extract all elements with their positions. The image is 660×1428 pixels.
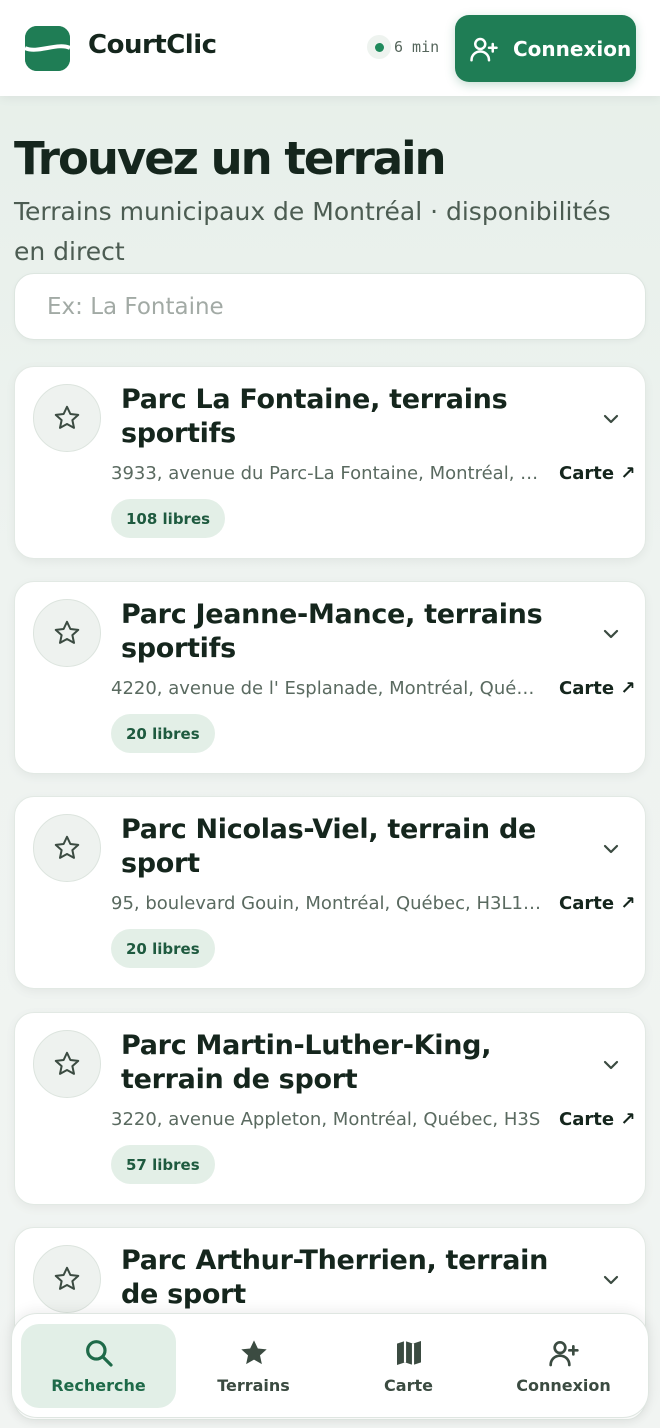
app-header: CourtClic 6 min Connexion bbox=[0, 0, 660, 96]
nav-item-carte[interactable]: Carte bbox=[331, 1324, 486, 1408]
chevron-down-icon[interactable] bbox=[599, 1268, 623, 1292]
refresh-time: 6 min bbox=[394, 38, 440, 56]
app-logo bbox=[25, 26, 70, 71]
chevron-down-icon[interactable] bbox=[599, 407, 623, 431]
park-name: Parc Arthur-Therrien, terrain de sport bbox=[121, 1245, 548, 1310]
chevron-down-icon[interactable] bbox=[599, 622, 623, 646]
favorite-button[interactable] bbox=[33, 384, 101, 452]
star-outline-icon bbox=[54, 1051, 80, 1075]
park-card[interactable]: Parc La Fontaine, terrains sportifs 3933,… bbox=[14, 366, 646, 559]
nav-item-recherche[interactable]: Recherche bbox=[21, 1324, 176, 1408]
map-link[interactable]: Carte ↗ bbox=[559, 1109, 635, 1130]
park-address: 3933, avenue du Parc-La Fontaine, Montré… bbox=[111, 463, 545, 484]
page-subtitle: Terrains municipaux de Montréal · dispon… bbox=[14, 197, 611, 266]
map-link[interactable]: Carte ↗ bbox=[559, 893, 635, 914]
availability-badge: 20 libres bbox=[111, 929, 215, 968]
nav-item-terrains[interactable]: Terrains bbox=[176, 1324, 331, 1408]
star-outline-icon bbox=[54, 1266, 80, 1290]
search-icon bbox=[85, 1340, 113, 1367]
map-link[interactable]: Carte ↗ bbox=[559, 463, 635, 484]
login-button[interactable]: Connexion bbox=[455, 15, 636, 82]
star-outline-icon bbox=[54, 405, 80, 429]
availability-badge: 20 libres bbox=[111, 714, 215, 753]
user-plus-icon bbox=[548, 1341, 579, 1367]
star-icon bbox=[240, 1340, 267, 1365]
live-dot-icon bbox=[367, 35, 391, 59]
park-name: Parc La Fontaine, terrains sportifs bbox=[121, 384, 508, 449]
favorite-button[interactable] bbox=[33, 814, 101, 882]
park-address: 4220, avenue de l' Esplanade, Montréal, … bbox=[111, 678, 545, 699]
nav-label: Recherche bbox=[51, 1376, 146, 1395]
live-status: 6 min bbox=[367, 34, 439, 60]
park-address: 95, boulevard Gouin, Montréal, Québec, H… bbox=[111, 893, 545, 914]
map-icon bbox=[396, 1341, 421, 1365]
availability-badge: 57 libres bbox=[111, 1145, 215, 1184]
favorite-button[interactable] bbox=[33, 599, 101, 667]
chevron-down-icon[interactable] bbox=[599, 1053, 623, 1077]
bottom-nav: Recherche Terrains Carte Connexion bbox=[11, 1313, 649, 1418]
page-title: Trouvez un terrain bbox=[14, 132, 447, 185]
chevron-down-icon[interactable] bbox=[599, 837, 623, 861]
search-input[interactable] bbox=[14, 273, 646, 340]
favorite-button[interactable] bbox=[33, 1030, 101, 1098]
brand-name: CourtClic bbox=[88, 30, 217, 60]
park-address: 3220, avenue Appleton, Montréal, Québec,… bbox=[111, 1109, 541, 1130]
star-outline-icon bbox=[54, 835, 80, 859]
park-name: Parc Martin-Luther-King, terrain de spor… bbox=[121, 1030, 492, 1095]
park-card[interactable]: Parc Nicolas-Viel, terrain de sport 95, b… bbox=[14, 796, 646, 989]
park-card[interactable]: Parc Jeanne-Mance, terrains sportifs 4220… bbox=[14, 581, 646, 774]
favorite-button[interactable] bbox=[33, 1245, 101, 1313]
star-outline-icon bbox=[54, 620, 80, 644]
map-link[interactable]: Carte ↗ bbox=[559, 678, 635, 699]
login-button-label: Connexion bbox=[513, 36, 632, 61]
park-name: Parc Jeanne-Mance, terrains sportifs bbox=[121, 599, 543, 664]
user-plus-icon bbox=[470, 37, 498, 61]
nav-label: Terrains bbox=[217, 1376, 290, 1395]
park-name: Parc Nicolas-Viel, terrain de sport bbox=[121, 814, 536, 879]
nav-label: Carte bbox=[384, 1376, 433, 1395]
nav-item-connexion[interactable]: Connexion bbox=[486, 1324, 641, 1408]
nav-label: Connexion bbox=[516, 1376, 611, 1395]
park-card[interactable]: Parc Martin-Luther-King, terrain de spor… bbox=[14, 1012, 646, 1205]
availability-badge: 108 libres bbox=[111, 499, 226, 538]
